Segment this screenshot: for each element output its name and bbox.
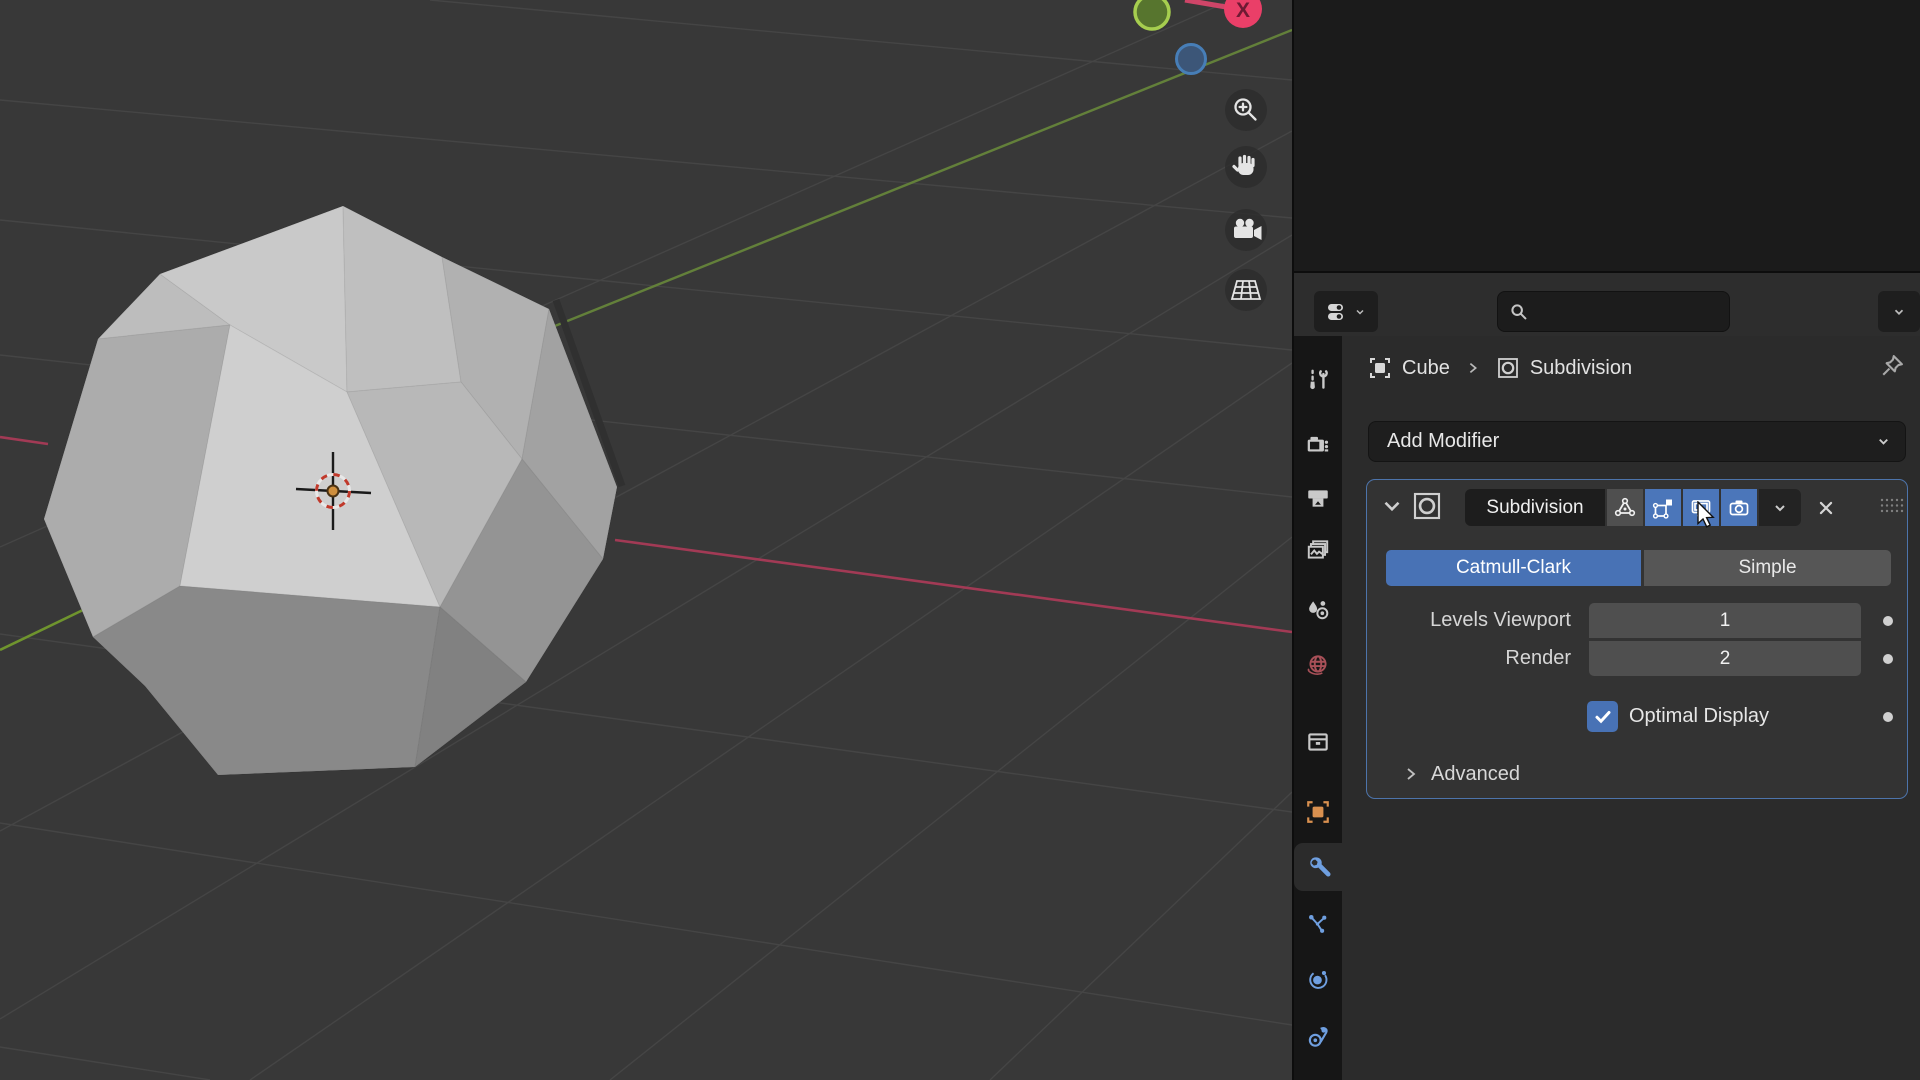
modifier-drag-handle[interactable] <box>1879 496 1905 516</box>
chevron-down-icon <box>1775 504 1785 511</box>
modifier-name-field[interactable]: Subdivision <box>1465 489 1605 526</box>
levels-render-label: Render <box>1505 647 1571 669</box>
pin-icon <box>1882 355 1903 376</box>
physics-icon <box>1309 970 1328 989</box>
advanced-label: Advanced <box>1431 762 1520 785</box>
search-icon <box>1511 303 1527 319</box>
subdivision-modifier-icon <box>1411 490 1443 522</box>
breadcrumb: Cube Subdivision <box>1368 350 1908 386</box>
add-modifier-button[interactable]: Add Modifier <box>1368 421 1906 462</box>
toggle-edit-mode[interactable] <box>1645 489 1681 526</box>
gizmo-z-axis-ball[interactable] <box>1175 43 1207 75</box>
collection-box-icon <box>1308 733 1328 751</box>
tab-tool[interactable] <box>1294 356 1342 404</box>
toggle-realtime-display[interactable] <box>1683 489 1719 526</box>
editor-type-button[interactable] <box>1314 291 1378 332</box>
breadcrumb-object[interactable]: Cube <box>1402 357 1450 380</box>
edit-mode-icon <box>1652 499 1672 519</box>
tab-collection[interactable] <box>1294 718 1342 766</box>
chevron-down-icon <box>1879 438 1888 445</box>
tab-particles[interactable] <box>1294 900 1342 948</box>
tab-render[interactable] <box>1294 421 1342 469</box>
chevron-down-icon <box>1894 309 1904 315</box>
modifier-extras-button[interactable] <box>1759 489 1801 526</box>
tab-scene[interactable] <box>1294 586 1342 634</box>
render-camera-icon <box>1307 436 1329 452</box>
scene-icon <box>1309 601 1329 620</box>
decorator-dot[interactable] <box>1883 654 1893 664</box>
add-modifier-label: Add Modifier <box>1387 430 1500 452</box>
empty-editor-area <box>1294 0 1920 271</box>
decorator-dot[interactable] <box>1883 616 1893 626</box>
chevron-right-icon <box>1407 768 1416 780</box>
search-input[interactable] <box>1497 291 1730 332</box>
modifier-delete-button[interactable] <box>1811 493 1841 523</box>
subdivision-type-catmull-clark[interactable]: Catmull-Clark <box>1386 550 1641 586</box>
toggle-render-display[interactable] <box>1721 489 1757 526</box>
subdivision-type-simple[interactable]: Simple <box>1644 550 1891 586</box>
levels-render-field[interactable]: 2 <box>1589 641 1861 676</box>
close-icon <box>1819 501 1833 515</box>
image-stack-icon <box>1307 540 1329 559</box>
breadcrumb-modifier[interactable]: Subdivision <box>1530 357 1632 380</box>
blender-window: X Cube Subdivision Add Modifier Subdivis… <box>0 0 1920 1080</box>
world-globe-icon <box>1307 655 1327 675</box>
subdivision-modifier-panel: Subdivision Catmull-Clark Simple Levels … <box>1366 479 1908 799</box>
optimal-display-checkbox[interactable] <box>1587 701 1618 732</box>
gizmo-y-axis-ball[interactable] <box>1133 0 1171 31</box>
chevron-down-icon <box>1356 309 1364 315</box>
optimal-display-label[interactable]: Optimal Display <box>1629 701 1769 732</box>
panel-collapse-button[interactable] <box>1379 493 1405 519</box>
tab-constraints[interactable] <box>1294 1013 1342 1061</box>
object-origin-dot <box>326 484 340 498</box>
advanced-subpanel-header[interactable]: Advanced <box>1403 757 1873 791</box>
object-icon <box>1307 801 1329 823</box>
chevron-right-icon <box>1469 362 1477 374</box>
pin-button[interactable] <box>1878 352 1908 382</box>
chevron-down-icon <box>1384 501 1400 512</box>
header-options-button[interactable] <box>1878 291 1920 332</box>
decorator-dot[interactable] <box>1883 712 1893 722</box>
toggle-on-cage[interactable] <box>1607 489 1643 526</box>
drag-dots-icon <box>1880 498 1904 513</box>
levels-viewport-field[interactable]: 1 <box>1589 603 1861 638</box>
levels-viewport-label: Levels Viewport <box>1430 609 1571 631</box>
check-icon <box>1595 710 1610 723</box>
tool-icon <box>1310 369 1328 390</box>
gizmo-x-label: X <box>1236 0 1250 22</box>
tab-modifiers-active[interactable] <box>1294 843 1342 891</box>
tab-physics[interactable] <box>1294 955 1342 1003</box>
on-cage-icon <box>1614 497 1636 516</box>
pan-button[interactable] <box>1225 146 1267 188</box>
tab-world[interactable] <box>1294 641 1342 689</box>
tab-view-layer[interactable] <box>1294 526 1342 574</box>
constraints-icon <box>1308 1027 1328 1047</box>
tab-object[interactable] <box>1294 788 1342 836</box>
object-icon <box>1370 358 1390 378</box>
properties-editor-icon <box>1328 303 1343 320</box>
particles-icon <box>1309 915 1327 933</box>
tab-output[interactable] <box>1294 474 1342 522</box>
zoom-button[interactable] <box>1225 89 1267 131</box>
wrench-icon <box>1309 856 1331 877</box>
monitor-icon <box>1691 499 1711 516</box>
camera-view-button[interactable] <box>1225 209 1267 251</box>
grid-ortho-button[interactable] <box>1225 269 1267 311</box>
viewport-3d[interactable]: X <box>0 0 1292 1080</box>
printer-icon <box>1308 490 1328 507</box>
camera-icon <box>1729 500 1749 515</box>
modifier-icon <box>1497 358 1518 378</box>
